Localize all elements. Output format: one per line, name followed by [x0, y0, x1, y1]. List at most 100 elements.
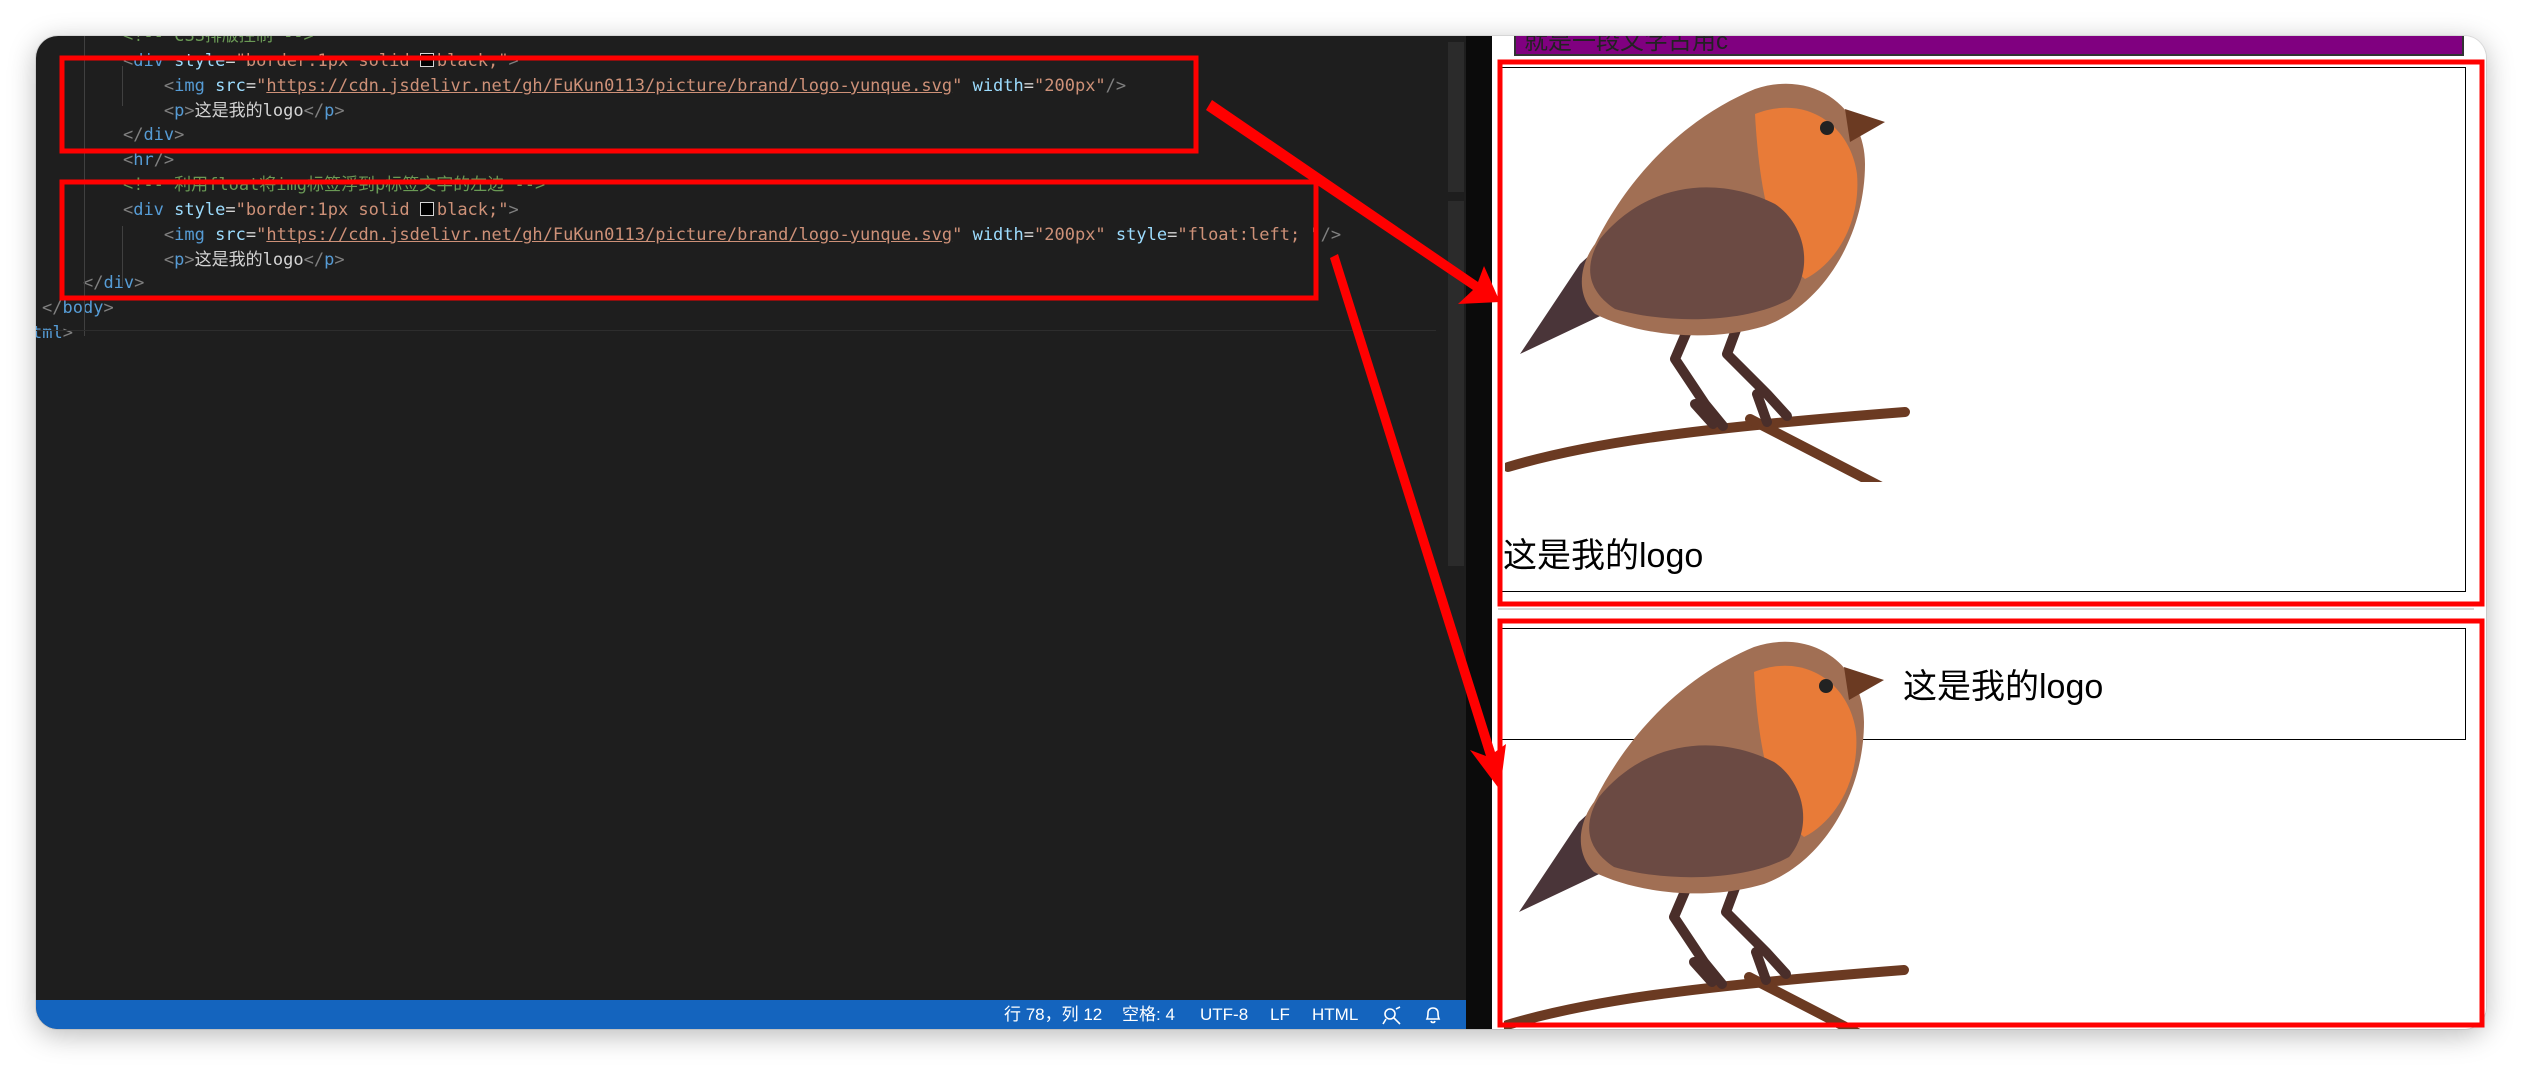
language-mode[interactable]: HTML: [1312, 1000, 1358, 1029]
code-token: div: [143, 125, 175, 145]
code-token: style: [174, 51, 226, 71]
code-token: src: [215, 76, 246, 96]
code-token: src: [215, 225, 246, 245]
code-line[interactable]: <div style="border:1px solid black;">: [82, 198, 519, 223]
code-token: =: [245, 76, 257, 96]
preview-top-bar: 就是一段文字占用c: [1514, 36, 2464, 56]
code-token: =: [225, 51, 236, 71]
indent-setting[interactable]: 空格: 4: [1122, 1000, 1175, 1029]
code-token: "200px": [1034, 225, 1106, 245]
code-token: ": [952, 225, 963, 245]
status-bar: 行 78，列 12 空格: 4 UTF-8 LF HTML: [36, 1000, 1466, 1029]
code-token: div: [133, 200, 164, 220]
code-token: </: [303, 250, 325, 270]
code-token: </: [42, 298, 63, 318]
indent-guide: [122, 226, 123, 286]
code-token: tml: [36, 323, 63, 343]
encoding-setting[interactable]: UTF-8: [1200, 1000, 1248, 1029]
code-line[interactable]: </div>: [42, 271, 144, 296]
demo-text-1: 这是我的logo: [1503, 537, 1704, 575]
app-window: <!-- CSS排版控制 --> <div style="border:1px …: [36, 36, 2486, 1029]
code-token: black;": [436, 51, 509, 71]
code-token: <: [122, 150, 134, 170]
bird-logo: [1503, 64, 1911, 499]
code-line[interactable]: <!-- CSS排版控制 -->: [82, 36, 314, 49]
code-token: style: [1115, 225, 1168, 245]
code-token: >: [184, 101, 195, 121]
code-line[interactable]: <div style="border:1px solid black;">: [82, 49, 519, 74]
code-token: p: [174, 101, 185, 121]
code-token: </: [122, 125, 144, 145]
eol-setting[interactable]: LF: [1270, 1000, 1290, 1029]
ruler-mark: [1448, 201, 1464, 566]
code-token: hr: [133, 150, 154, 170]
code-line[interactable]: </body>: [42, 296, 114, 321]
code-token: body: [62, 298, 104, 318]
code-token: ": [952, 76, 963, 96]
indent-guide: [84, 36, 85, 336]
cursor-position[interactable]: 行 78，列 12: [1004, 1000, 1102, 1029]
code-token: ": [256, 225, 267, 245]
code-token: 这是我的logo: [194, 101, 304, 121]
code-token: >: [334, 250, 345, 270]
code-token: p: [324, 250, 335, 270]
code-token: p: [324, 101, 335, 121]
feedback-icon[interactable]: [1382, 1005, 1402, 1025]
code-token: =: [1023, 225, 1035, 245]
code-token: =: [245, 225, 257, 245]
code-token: >: [508, 51, 519, 71]
code-token: >: [334, 101, 345, 121]
code-token: width: [972, 225, 1024, 245]
bell-icon[interactable]: [1424, 1005, 1442, 1024]
browser-preview: 就是一段文字占用c 这是我的logo 这是我的logo: [1492, 36, 2486, 1029]
code-token: </: [82, 273, 104, 293]
code-line[interactable]: tml>: [36, 321, 73, 346]
code-token: <: [122, 200, 134, 220]
code-token: >: [103, 298, 114, 318]
color-swatch-icon[interactable]: [419, 202, 434, 216]
code-token: >: [62, 323, 73, 343]
code-editor[interactable]: <!-- CSS排版控制 --> <div style="border:1px …: [36, 36, 1466, 1029]
code-token: <: [122, 51, 134, 71]
code-token: width: [972, 76, 1024, 96]
code-line[interactable]: <hr/>: [82, 148, 174, 173]
code-token: div: [103, 273, 135, 293]
code-token: div: [133, 51, 164, 71]
bird-logo-floated: [1502, 622, 1910, 1029]
code-token: >: [134, 273, 145, 293]
code-token: p: [174, 250, 185, 270]
code-line[interactable]: <img src="https://cdn.jsdelivr.net/gh/Fu…: [82, 223, 1341, 248]
color-swatch-icon[interactable]: [419, 53, 434, 67]
code-line[interactable]: <!-- 利用float将img标签浮到p标签文字的左边 -->: [82, 173, 545, 198]
code-token: <!-- 利用float将img标签浮到p标签文字的左边 -->: [122, 175, 546, 195]
code-token: =: [225, 200, 236, 220]
code-token: "200px": [1034, 76, 1106, 96]
code-token: </: [303, 101, 325, 121]
code-token: =: [1023, 76, 1035, 96]
code-token: https://cdn.jsdelivr.net/gh/FuKun0113/pi…: [266, 225, 953, 245]
code-token: ": [256, 76, 267, 96]
code-token: "border:1px solid: [235, 200, 420, 220]
ruler-mark: [1448, 42, 1464, 192]
code-token: "float:left; ": [1177, 225, 1321, 245]
code-line[interactable]: </div>: [82, 123, 184, 148]
code-token: img: [174, 225, 205, 245]
code-token: >: [184, 250, 195, 270]
code-token: black;": [436, 200, 509, 220]
pane-divider[interactable]: [1466, 36, 1492, 1029]
code-token: >: [508, 200, 519, 220]
demo-box-1: 这是我的logo: [1498, 67, 2466, 592]
code-line[interactable]: <img src="https://cdn.jsdelivr.net/gh/Fu…: [82, 74, 1126, 99]
line-separator: [36, 330, 1436, 331]
code-token: 这是我的logo: [194, 250, 304, 270]
code-token: https://cdn.jsdelivr.net/gh/FuKun0113/pi…: [266, 76, 953, 96]
code-token: img: [174, 76, 205, 96]
code-token: />: [1105, 76, 1127, 96]
